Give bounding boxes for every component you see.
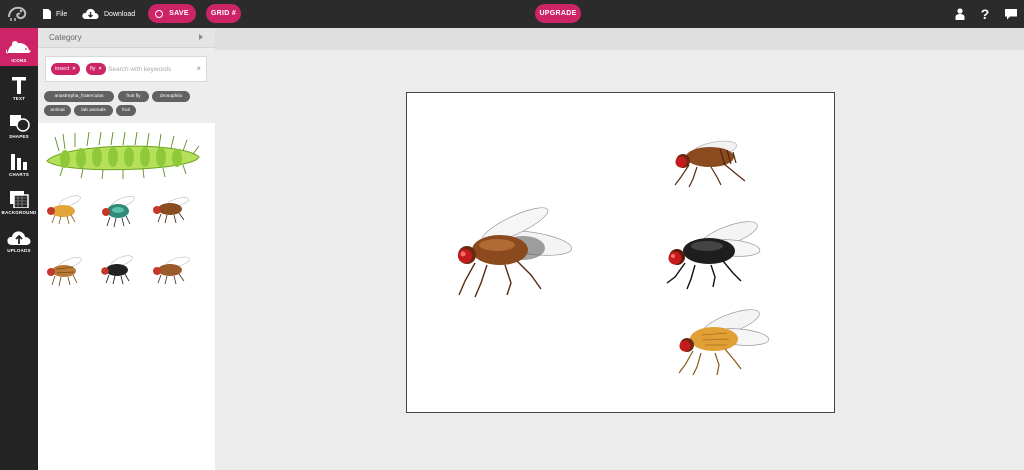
tag-chip[interactable]: animal [44,105,71,116]
chameleon-logo-icon[interactable] [6,3,28,23]
help-icon[interactable]: ? [976,5,994,23]
mouse-icon [6,41,31,54]
black-fly-icon[interactable] [96,253,136,287]
file-icon [43,9,51,19]
search-box[interactable]: insect × fly × Search with keywords × [45,56,207,82]
background-icon [10,191,29,208]
shapes-icon [10,115,30,132]
rail-item-shapes[interactable]: SHAPES [0,104,38,142]
rail-item-background[interactable]: BACKGROUND [0,180,38,218]
category-dropdown[interactable]: Category [38,28,215,48]
grid-button[interactable]: GRID # [206,4,241,23]
rail-label-text: TEXT [12,96,26,101]
rail-label-icons: ICONS [11,58,27,63]
rail-label-charts: CHARTS [9,172,29,177]
large-brown-fly-icon[interactable] [445,203,575,298]
save-label: SAVE [169,10,189,17]
upgrade-button[interactable]: UPGRADE [535,4,581,23]
caterpillar-icon[interactable] [43,131,203,183]
rail-label-background: BACKGROUND [1,210,37,215]
cloud-upload-icon [7,231,31,245]
rail-item-charts[interactable]: CHARTS [0,142,38,180]
grid-label: GRID # [210,10,237,17]
design-canvas[interactable] [406,92,835,413]
tan-fly-icon[interactable] [148,253,192,287]
tag-chip[interactable]: drosophila [152,91,190,102]
tag-chip[interactable]: fruit [116,105,136,116]
bar-chart-icon [11,154,27,170]
rail-item-icons[interactable]: ICONS [0,28,38,66]
help-label: ? [980,6,990,22]
chip-remove-icon[interactable]: × [72,66,75,72]
user-account-icon[interactable] [951,5,969,23]
text-icon [12,77,26,94]
tag-chip[interactable]: fruit fly [118,91,149,102]
download-menu[interactable]: Download [82,0,135,28]
search-input[interactable]: Search with keywords [108,66,171,73]
icon-results-grid [38,123,215,470]
icon-library-panel: Category insect × fly × Search with keyw… [38,28,215,470]
upgrade-label: UPGRADE [539,10,577,17]
tool-rail: ICONS TEXT SHAPES CHARTS BACKGROUND UPLO… [0,28,38,470]
golden-fruit-fly-icon[interactable] [669,303,774,381]
category-label: Category [49,33,82,42]
brown-house-fly-icon[interactable] [665,135,755,190]
file-label: File [56,10,68,18]
green-bottle-fly-icon[interactable] [96,193,136,229]
rail-label-uploads: UPLOADS [7,248,31,253]
fruit-fly-icon[interactable] [43,253,85,289]
chat-icon[interactable] [1002,5,1020,23]
chevron-right-icon [199,34,203,40]
cloud-download-icon [82,8,99,19]
download-label: Download [104,10,136,18]
search-chip-insect[interactable]: insect × [51,63,80,75]
save-button[interactable]: SAVE [148,4,196,23]
rail-item-uploads[interactable]: UPLOADS [0,218,38,256]
orange-fly-icon[interactable] [43,193,83,227]
black-house-fly-icon[interactable] [657,213,767,293]
tag-chip[interactable]: anastrepha_fraterculus [44,91,114,102]
chip-label: insect [55,66,70,72]
save-ring-icon [155,9,164,18]
clear-search-icon[interactable]: × [196,64,201,73]
chip-label: fly [90,66,96,72]
rail-label-shapes: SHAPES [9,134,29,139]
chip-remove-icon[interactable]: × [99,66,102,72]
canvas-ruler [215,28,1024,50]
tag-chip[interactable]: lab animals [74,105,113,116]
rail-item-text[interactable]: TEXT [0,66,38,104]
search-chip-fly[interactable]: fly × [86,63,106,75]
brown-fly-icon[interactable] [148,193,192,227]
top-bar: File Download SAVE GRID # UPGRADE ? [0,0,1024,28]
file-menu[interactable]: File [43,0,67,28]
